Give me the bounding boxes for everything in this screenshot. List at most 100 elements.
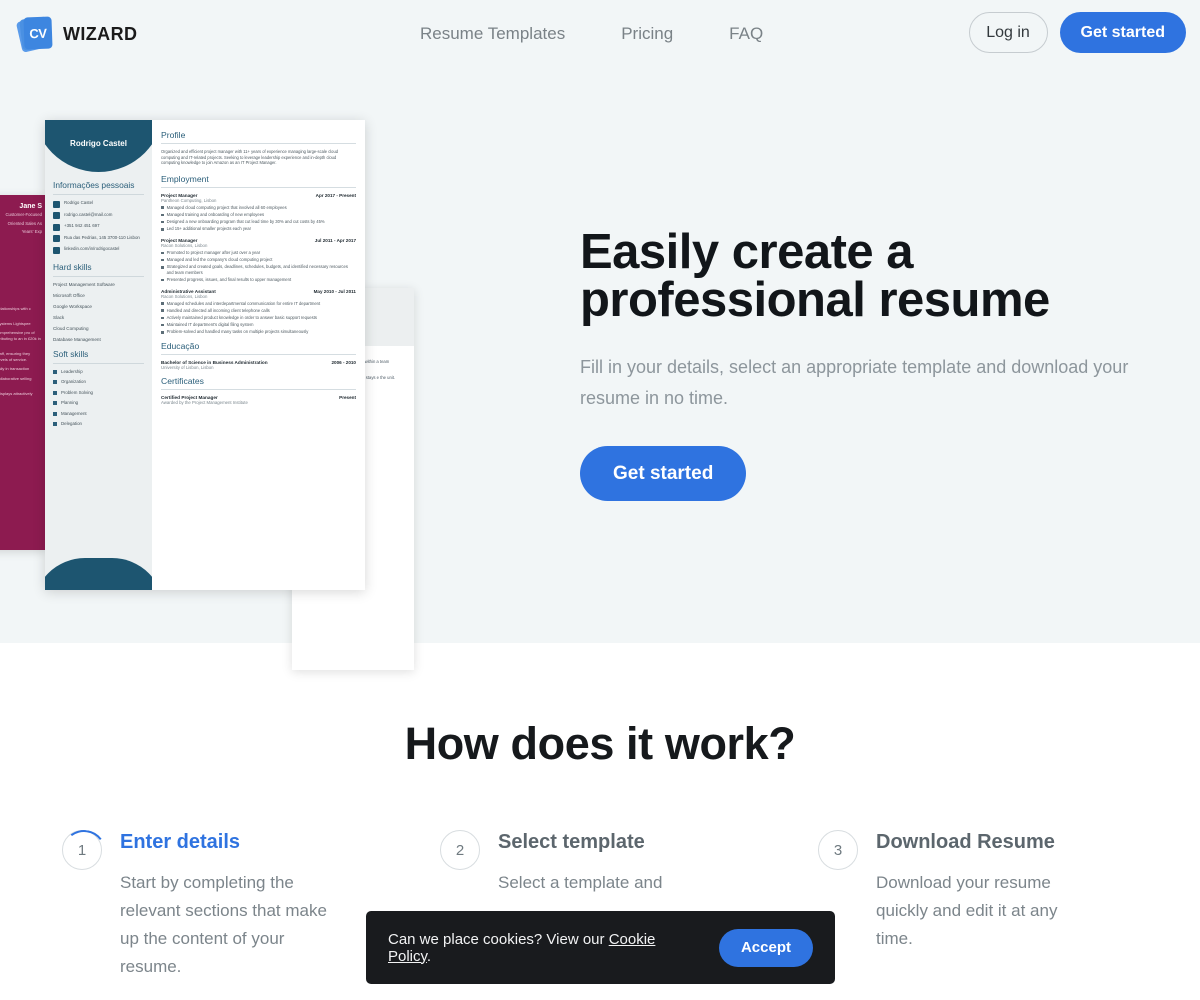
divider: [161, 143, 356, 144]
hero-subtitle: Fill in your details, select an appropri…: [580, 357, 1129, 408]
nav-item-pricing[interactable]: Pricing: [621, 24, 673, 44]
cookie-consent-banner: Can we place cookies? View our Cookie Po…: [366, 911, 835, 984]
purple-resume-contact: 19 Lights RoadCC1 1AA Oxfor: [0, 270, 46, 281]
nav-item-resume-templates[interactable]: Resume Templates: [420, 24, 565, 44]
resume-preview-stack: Jane S Customer-Focused Oriented Sales A…: [0, 110, 430, 670]
bullet-icon: [161, 258, 164, 262]
resume-contact-row: Rua das Pedrias, 145 3700-110 Lisbon: [53, 235, 144, 242]
nav-item-faq[interactable]: FAQ: [729, 24, 763, 44]
hero-title: Easily create a professional resume: [580, 225, 1150, 327]
email-icon: [53, 212, 60, 219]
divider: [161, 354, 356, 356]
phone-icon: [53, 223, 60, 231]
purple-language-item: German: [0, 426, 46, 431]
step-number-circle: 1: [62, 830, 102, 870]
person-icon: [53, 200, 60, 208]
divider: [161, 389, 356, 391]
cv-wizard-logo-icon: CV: [15, 16, 54, 53]
get-started-header-button[interactable]: Get started: [1059, 12, 1186, 53]
hero-title-line-1: Easily create a: [580, 225, 914, 279]
resume-preview-main[interactable]: Rodrigo Castel Informações pessoais Rodr…: [45, 120, 365, 590]
purple-resume-languages-heading: Languages: [0, 409, 46, 415]
soft-skill-item: Problem Solving: [53, 390, 144, 396]
hard-skill-item: Slack: [53, 314, 65, 320]
step-title[interactable]: Enter details: [120, 831, 335, 854]
purple-resume-contact: linkedin.com/in/j: [0, 284, 46, 290]
divider: [161, 186, 356, 188]
resume-name-banner: Rodrigo Castel: [45, 120, 152, 172]
bullet-icon: [53, 422, 57, 426]
soft-skill-item: Management: [53, 411, 144, 417]
step-description: Start by completing the relevant section…: [120, 873, 327, 976]
main-navigation: Resume Templates Pricing FAQ: [420, 0, 763, 68]
get-started-hero-button[interactable]: Get started: [580, 446, 747, 501]
purple-resume-contact: jane_smith@gm: [0, 252, 46, 258]
hard-skill-item: Google Workspace: [53, 303, 92, 309]
purple-resume-contact: +44 7XXX 8947: [0, 261, 46, 267]
bullet-icon: [161, 251, 164, 255]
resume-sidebar-footer-curve: [45, 558, 152, 590]
step-description: Download your resume quickly and edit it…: [876, 873, 1058, 948]
resume-name: Rodrigo Castel: [70, 138, 127, 148]
bullet-icon: [161, 316, 164, 320]
resume-job-entry: Project Manager Jul 2011 - Apr 2017 Racon…: [161, 237, 356, 283]
bullet-icon: [161, 302, 164, 305]
purple-skill-item: Accounting: Financ daily in transaction: [0, 366, 30, 372]
bullet-icon: [161, 213, 164, 217]
resume-sidebar: Rodrigo Castel Informações pessoais Rodr…: [45, 120, 152, 590]
resume-hard-skills-heading: Hard skills: [53, 261, 92, 272]
soft-skill-item: Organization: [53, 379, 144, 385]
divider: [53, 362, 144, 364]
resume-contact-row: linkedin.com/in/rodrigocastel: [53, 246, 144, 254]
bullet-icon: [161, 323, 164, 327]
hard-skill-item: Database Management: [53, 336, 101, 342]
resume-soft-skills-heading: Soft skills: [53, 348, 89, 359]
soft-skill-item: Planning: [53, 400, 144, 406]
cookie-text-after: .: [426, 947, 432, 965]
purple-language-item: French: [0, 434, 46, 439]
bullet-icon: [161, 265, 164, 269]
resume-job-entry: Project Manager Apr 2017 - Present Panthe…: [161, 192, 356, 232]
resume-education-entry: Bachelor of Science in Business Administ…: [161, 360, 356, 371]
divider: [53, 194, 144, 195]
logo-text: WIZARD: [63, 23, 138, 44]
divider: [53, 275, 144, 277]
bullet-icon: [161, 206, 164, 209]
bullet-icon: [161, 220, 164, 224]
bullet-icon: [161, 227, 164, 231]
hard-skill-item: Microsoft Office: [53, 292, 85, 298]
resume-certificate-entry: Certified Project Manager Present Awarded…: [161, 395, 356, 406]
bullet-icon: [53, 369, 57, 374]
bullet-icon: [53, 401, 57, 405]
step-download-resume[interactable]: 3 Download Resume Download your resume q…: [818, 830, 1196, 981]
site-header: CV WIZARD Resume Templates Pricing FAQ L…: [0, 0, 1200, 68]
purple-resume-skills-heading: Skills: [0, 297, 46, 303]
hero-title-line-2: professional resume: [580, 273, 1050, 327]
purple-skill-item: Leadership: Train a staff, ensuring they…: [0, 351, 31, 362]
step-description: Select a template and: [498, 873, 663, 892]
soft-skill-item: Delegation: [53, 421, 144, 427]
accept-cookies-button[interactable]: Accept: [718, 928, 813, 967]
resume-job-entry: Administrative Assistant May 2010 - Jul 2…: [161, 288, 356, 335]
hard-skill-item: Project Management Software: [53, 281, 115, 287]
purple-skill-item: Communication: Bu relationships with c f…: [0, 305, 31, 311]
bullet-icon: [161, 309, 164, 313]
purple-resume-personal-heading: Personal detai: [0, 243, 46, 249]
step-title[interactable]: Select template: [498, 831, 713, 854]
soft-skill-item: Leadership: [53, 369, 144, 375]
purple-skill-item: Product knowledge comprehensive pro of h…: [0, 330, 41, 342]
purple-skill-item: Software Experienc Systems Lightspee: [0, 320, 31, 326]
purple-resume-role-2: Oriented Sales As: [7, 220, 42, 226]
purple-resume-name: Jane S: [19, 203, 42, 210]
header-actions: Log in Get started: [968, 12, 1186, 53]
bullet-icon: [161, 331, 164, 334]
log-in-button[interactable]: Log in: [968, 12, 1048, 53]
resume-contact-row: Rodrigo Castel: [53, 200, 144, 208]
resume-preview-purple[interactable]: Jane S Customer-Focused Oriented Sales A…: [0, 195, 46, 550]
logo[interactable]: CV WIZARD: [15, 16, 138, 53]
step-title[interactable]: Download Resume: [876, 831, 1091, 854]
step-number-circle: 2: [440, 830, 480, 870]
bullet-icon: [53, 411, 57, 416]
purple-resume-role-1: Customer-Focused: [5, 212, 42, 217]
resume-employment-heading: Employment: [161, 173, 209, 184]
